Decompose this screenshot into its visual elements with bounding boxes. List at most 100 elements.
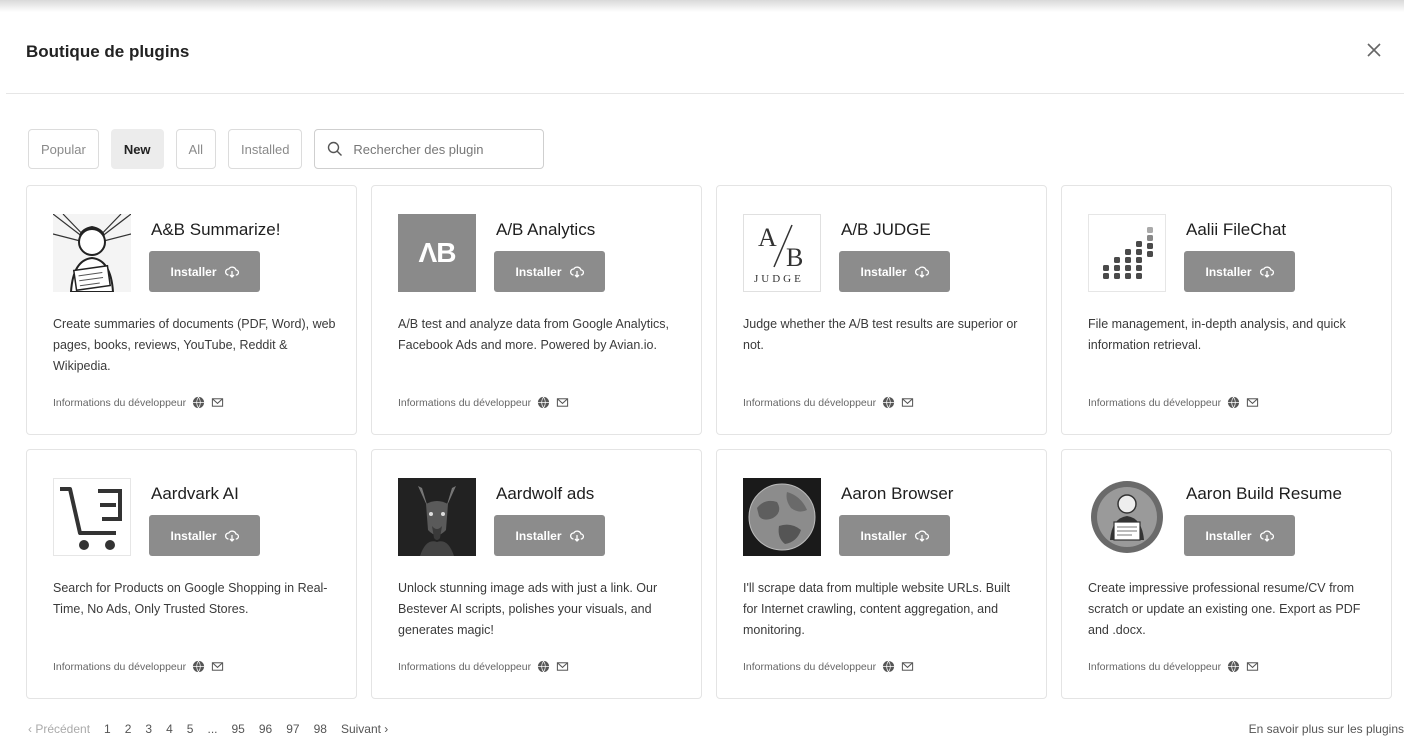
aardwolf-photo-icon (398, 478, 476, 556)
plugin-card: Aalii FileChat Installer File management… (1061, 185, 1392, 435)
page-link-95[interactable]: 95 (232, 722, 245, 736)
globe-icon[interactable] (882, 660, 895, 673)
developer-info: Informations du développeur (1088, 396, 1259, 409)
mail-icon[interactable] (1246, 396, 1259, 409)
developer-info: Informations du développeur (398, 396, 569, 409)
globe-icon (743, 478, 821, 556)
plugin-description: A/B test and analyze data from Google An… (398, 317, 669, 352)
install-button[interactable]: Installer (494, 515, 605, 556)
developer-info-label: Informations du développeur (1088, 660, 1222, 673)
search-box (314, 129, 545, 169)
page-link-2[interactable]: 2 (125, 722, 132, 736)
mail-icon[interactable] (1246, 660, 1259, 673)
developer-info-label: Informations du développeur (53, 396, 187, 409)
page-link-5[interactable]: 5 (187, 722, 194, 736)
plugin-name: Aalii FileChat (1186, 220, 1287, 239)
tab-popular[interactable]: Popular (28, 129, 99, 169)
developer-info-label: Informations du développeur (398, 660, 532, 673)
globe-icon[interactable] (192, 660, 205, 673)
developer-info-label: Informations du développeur (53, 660, 187, 673)
top-shadow (0, 0, 1404, 12)
mail-icon[interactable] (556, 396, 569, 409)
plugin-name: A/B Analytics (496, 220, 596, 239)
plugin-store-dialog: Boutique de plugins Popular New All Inst… (6, 12, 1404, 756)
install-label: Installer (515, 528, 562, 543)
page-link-1[interactable]: 1 (104, 722, 111, 736)
page-link-4[interactable]: 4 (166, 722, 173, 736)
ab-monogram-icon: ΛB (398, 214, 476, 292)
globe-icon[interactable] (882, 396, 895, 409)
page-link-97[interactable]: 97 (286, 722, 299, 736)
developer-info: Informations du développeur (1088, 660, 1259, 673)
install-label: Installer (170, 528, 217, 543)
install-button[interactable]: Installer (149, 251, 260, 292)
page-link-98[interactable]: 98 (314, 722, 327, 736)
search-icon (328, 141, 343, 156)
plugin-description: Judge whether the A/B test results are s… (743, 317, 1018, 352)
plugin-card: Aaron Browser Installer I'll scrape data… (716, 449, 1047, 699)
mail-icon[interactable] (556, 660, 569, 673)
logo-text: ΛB (418, 237, 457, 268)
plugin-description: Search for Products on Google Shopping i… (53, 581, 328, 616)
developer-info-label: Informations du développeur (743, 660, 877, 673)
developer-info: Informations du développeur (743, 396, 914, 409)
tab-installed[interactable]: Installed (228, 129, 303, 169)
install-label: Installer (515, 264, 562, 279)
page-link-3[interactable]: 3 (145, 722, 152, 736)
plugin-card: ΛB A/B Analytics Installer A/B test and … (371, 185, 702, 435)
plugin-card: Aardvark AI Installer Search for Product… (26, 449, 357, 699)
plugin-card: Aaron Build Resume Installer Create impr… (1061, 449, 1392, 699)
cloud-download-icon (1259, 266, 1274, 278)
developer-info-label: Informations du développeur (743, 396, 877, 409)
plugin-name: Aardvark AI (151, 484, 239, 503)
mail-icon[interactable] (901, 396, 914, 409)
plugin-name: Aaron Build Resume (1186, 484, 1342, 503)
developer-info: Informations du développeur (53, 660, 224, 673)
tab-all[interactable]: All (175, 129, 216, 169)
learn-more-link[interactable]: En savoir plus sur les plugins (1249, 722, 1404, 736)
tab-new[interactable]: New (110, 129, 164, 169)
globe-icon[interactable] (1227, 396, 1240, 409)
cloud-download-icon (1259, 530, 1274, 542)
page-link-96[interactable]: 96 (259, 722, 272, 736)
install-label: Installer (860, 528, 907, 543)
mail-icon[interactable] (211, 396, 224, 409)
cloud-download-icon (569, 266, 584, 278)
ab-judge-icon: A B JUDGE (743, 214, 821, 292)
plugin-card: A&B Summarize! Installer Create summarie… (26, 185, 357, 435)
cloud-download-icon (914, 530, 929, 542)
plugin-description: I'll scrape data from multiple website U… (743, 581, 1011, 637)
plugin-description: Unlock stunning image ads with just a li… (398, 581, 658, 637)
cloud-download-icon (914, 266, 929, 278)
previous-page-link[interactable]: ‹ Précédent (28, 722, 90, 736)
plugin-description: File management, in-depth analysis, and … (1088, 317, 1346, 352)
plugin-card: Aardwolf ads Installer Unlock stunning i… (371, 449, 702, 699)
logo-letter-b: B (786, 243, 804, 272)
mail-icon[interactable] (211, 660, 224, 673)
plugin-description: Create summaries of documents (PDF, Word… (53, 317, 336, 373)
close-icon[interactable] (1362, 38, 1386, 62)
plugin-name: Aardwolf ads (496, 484, 595, 503)
globe-icon[interactable] (192, 396, 205, 409)
developer-info: Informations du développeur (398, 660, 569, 673)
install-button[interactable]: Installer (1184, 251, 1295, 292)
plugin-name: A/B JUDGE (841, 220, 931, 239)
search-input[interactable] (353, 141, 524, 157)
next-page-link[interactable]: Suivant › (341, 722, 388, 736)
developer-info-label: Informations du développeur (1088, 396, 1222, 409)
install-button[interactable]: Installer (839, 251, 950, 292)
globe-icon[interactable] (537, 396, 550, 409)
install-button[interactable]: Installer (1184, 515, 1295, 556)
cloud-download-icon (224, 530, 239, 542)
install-label: Installer (1205, 264, 1252, 279)
dialog-title: Boutique de plugins (26, 42, 190, 61)
install-button[interactable]: Installer (149, 515, 260, 556)
plugin-description: Create impressive professional resume/CV… (1088, 581, 1361, 637)
mail-icon[interactable] (901, 660, 914, 673)
globe-icon[interactable] (1227, 660, 1240, 673)
globe-icon[interactable] (537, 660, 550, 673)
install-button[interactable]: Installer (839, 515, 950, 556)
install-label: Installer (860, 264, 907, 279)
dialog-header: Boutique de plugins (6, 12, 1404, 94)
install-button[interactable]: Installer (494, 251, 605, 292)
